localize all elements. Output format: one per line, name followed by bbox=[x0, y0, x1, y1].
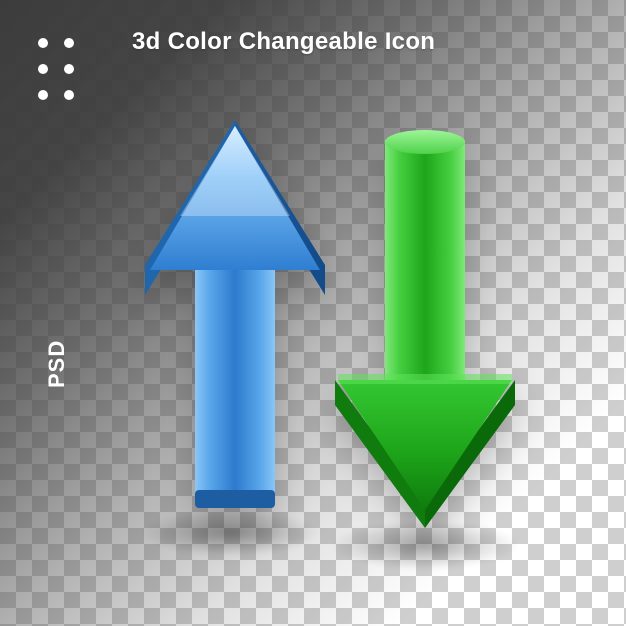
product-title: 3d Color Changeable Icon bbox=[132, 28, 606, 56]
arrow-down-icon bbox=[330, 130, 520, 530]
dot-grid-icon bbox=[34, 34, 84, 108]
shadow-ellipse bbox=[140, 510, 320, 556]
preview-card: 3d Color Changeable Icon PSD bbox=[0, 0, 626, 626]
arrow-up-icon bbox=[140, 120, 330, 510]
format-badge: PSD bbox=[44, 340, 70, 388]
